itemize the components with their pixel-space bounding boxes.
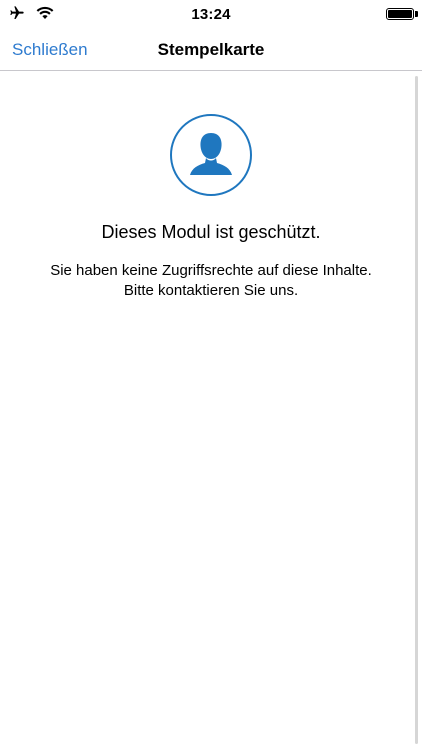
screen: 13:24 Schließen Stempelkarte Dieses Modu… — [0, 0, 422, 750]
user-silhouette-icon — [190, 133, 232, 175]
protected-message: Sie haben keine Zugriffsrechte auf diese… — [20, 261, 402, 301]
message-line-1: Sie haben keine Zugriffsrechte auf diese… — [50, 262, 372, 279]
status-bar: 13:24 — [0, 0, 422, 28]
battery-fill — [388, 10, 412, 18]
nav-bar: Schließen Stempelkarte — [0, 28, 422, 71]
status-time: 13:24 — [191, 6, 231, 23]
protected-heading: Dieses Modul ist geschützt. — [101, 222, 321, 242]
page-title: Stempelkarte — [157, 40, 265, 59]
message-line-2: Bitte kontaktieren Sie uns. — [123, 282, 299, 299]
battery-icon — [386, 8, 414, 20]
scrollbar[interactable] — [415, 76, 418, 744]
battery-tip — [415, 11, 418, 17]
avatar — [170, 114, 252, 196]
